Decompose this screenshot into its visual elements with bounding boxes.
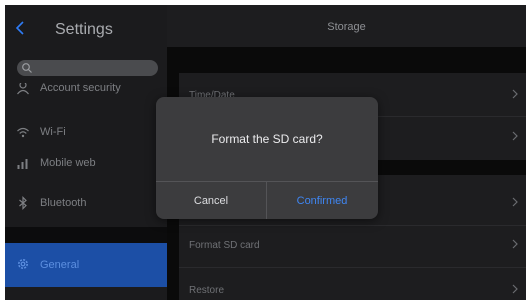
sidebar-item-label: Mobile web <box>40 157 96 169</box>
row-label: Restore <box>189 285 225 296</box>
sidebar-item-wifi[interactable]: Wi-Fi <box>5 117 167 147</box>
sidebar-divider <box>5 227 167 243</box>
chevron-left-icon[interactable] <box>15 19 33 39</box>
sidebar-item-label: Bluetooth <box>40 197 87 209</box>
row-format-sd-card[interactable]: Format SD card <box>179 225 526 268</box>
sidebar-item-label: Wi-Fi <box>40 126 66 138</box>
page-title: Storage <box>327 21 366 33</box>
chevron-right-icon <box>512 131 518 141</box>
signal-bars-icon <box>17 159 28 169</box>
bluetooth-icon <box>19 196 27 210</box>
main-header: Storage <box>167 5 526 47</box>
settings-screen: Settings Account security Wi-Fi Mobile w… <box>5 5 526 300</box>
sidebar-item-general[interactable]: General <box>5 243 167 287</box>
dialog-button-bar: Cancel Confirmed <box>156 181 378 219</box>
gear-icon <box>18 259 28 269</box>
chevron-right-icon <box>512 197 518 207</box>
account-icon <box>17 83 29 95</box>
sidebar-item-label: General <box>40 259 80 271</box>
search-icon <box>22 63 32 73</box>
sidebar-title: Settings <box>55 21 113 38</box>
sidebar-item-account-security[interactable]: Account security <box>5 83 167 97</box>
chevron-right-icon <box>512 239 518 249</box>
sidebar-item-bluetooth[interactable]: Bluetooth <box>5 188 167 218</box>
wifi-icon <box>17 127 29 138</box>
confirm-button[interactable]: Confirmed <box>267 182 377 219</box>
row-label: Format SD card <box>189 240 260 251</box>
format-sd-dialog: Format the SD card? Cancel Confirmed <box>156 97 378 219</box>
sidebar-item-label: Account security <box>40 83 121 94</box>
row-restore[interactable]: Restore <box>179 267 526 300</box>
search-input[interactable] <box>17 60 158 76</box>
dialog-message: Format the SD card? <box>211 132 323 146</box>
sidebar-item-mobile-web[interactable]: Mobile web <box>5 148 167 178</box>
chevron-right-icon <box>512 284 518 294</box>
sidebar-header: Settings <box>5 5 167 55</box>
cancel-button[interactable]: Cancel <box>156 182 267 219</box>
sidebar: Settings Account security Wi-Fi Mobile w… <box>5 5 167 300</box>
chevron-right-icon <box>512 89 518 99</box>
